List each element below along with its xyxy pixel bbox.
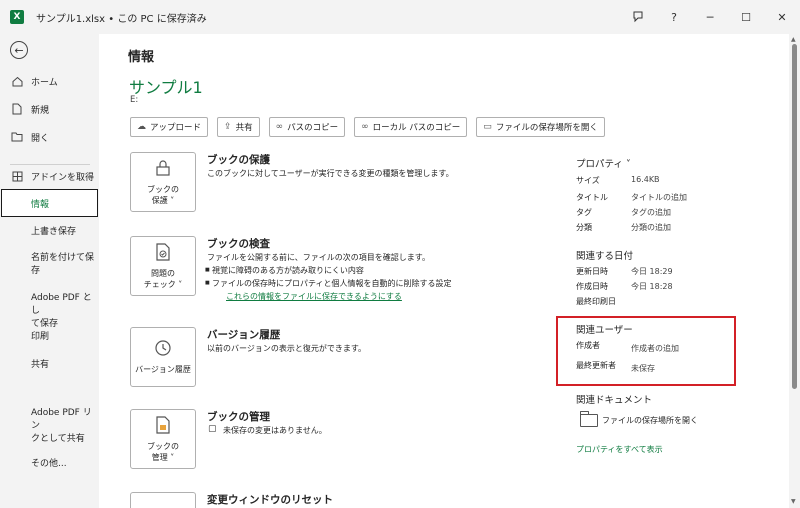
feedback-icon[interactable]	[620, 0, 656, 34]
new-file-icon	[11, 103, 23, 115]
sidebar-item-label: 情報	[31, 199, 50, 210]
sidebar-item-save[interactable]: 上書き保存	[31, 226, 76, 239]
sidebar-item-label: アドインを取得	[31, 172, 95, 183]
sidebar-item-label: 開く	[31, 133, 50, 144]
category-property-field[interactable]: 分類の追加	[631, 222, 671, 233]
property-key: 最終印刷日	[576, 297, 616, 306]
bullet-item: ファイルの保存時にプロパティと個人情報を自動的に削除する設定	[205, 278, 452, 289]
scroll-down-icon[interactable]: ▼	[791, 498, 796, 505]
section-title: ブックの保護	[207, 154, 270, 166]
sidebar-item-more[interactable]: その他...	[31, 458, 67, 471]
scroll-up-icon[interactable]: ▲	[791, 36, 796, 43]
check-for-issues-button[interactable]: 問題の チェック ˅	[130, 236, 196, 296]
manage-workbook-section: ブックの 管理 ˅ ブックの管理 未保存の変更はありません。 ▢	[130, 409, 560, 473]
sidebar-item-get-addins[interactable]: アドインを取得	[0, 167, 99, 185]
unsaved-doc-icon: ▢	[208, 424, 217, 434]
window-title: サンプル1.xlsx • この PC に保存済み	[36, 13, 207, 25]
sidebar-item-info[interactable]: 情報	[1, 189, 98, 217]
vertical-scrollbar[interactable]: ▲ ▼	[789, 34, 800, 508]
manage-document-icon	[154, 415, 172, 438]
copy-path-button[interactable]: ∞ パスのコピー	[268, 117, 346, 137]
inspect-document-icon	[154, 242, 172, 265]
upload-button[interactable]: ☁ アップロード	[130, 117, 209, 137]
document-path: E:	[130, 95, 139, 105]
title-property-field[interactable]: タイトルの追加	[631, 192, 687, 203]
section-title: 変更ウィンドウのリセット	[207, 494, 333, 506]
section-title: ブックの検査	[207, 238, 270, 250]
reset-change-window-section: 変更ウィンドウのリセット	[130, 492, 560, 508]
share-icon: ⇪	[224, 122, 232, 132]
section-description: 未保存の変更はありません。	[223, 426, 327, 435]
tag-property-field[interactable]: タグの追加	[631, 207, 671, 218]
version-history-section: バージョン履歴 バージョン履歴 以前のバージョンの表示と復元ができます。	[130, 327, 560, 391]
sidebar-item-share[interactable]: 共有	[31, 359, 49, 372]
protect-workbook-section: ブックの 保護 ˅ ブックの保護 このブックに対してユーザーが実行できる変更の種…	[130, 152, 560, 216]
property-key: タイトル	[576, 193, 608, 202]
version-history-button[interactable]: バージョン履歴	[130, 327, 196, 387]
reset-button[interactable]	[130, 492, 196, 508]
info-pane: 情報 サンプル1 E: ☁ アップロード ⇪ 共有 ∞ パスのコピー ∞ ローカ…	[99, 34, 789, 508]
section-description: 以前のバージョンの表示と復元ができます。	[207, 344, 367, 353]
sidebar-item-open[interactable]: 開く	[0, 128, 99, 146]
related-documents-header: 関連ドキュメント	[576, 395, 653, 406]
sidebar-item-save-as-pdf[interactable]: Adobe PDF とし て保存	[31, 292, 99, 331]
folder-icon	[580, 411, 598, 427]
property-value: 今日 18:29	[631, 267, 673, 276]
file-actions-row: ☁ アップロード ⇪ 共有 ∞ パスのコピー ∞ ローカル パスのコピー ▭ フ…	[130, 117, 614, 137]
copy-local-path-button[interactable]: ∞ ローカル パスのコピー	[354, 117, 468, 137]
upload-icon: ☁	[137, 122, 146, 132]
sidebar-item-home[interactable]: ホーム	[0, 72, 99, 90]
open-file-location-link[interactable]: ファイルの保存場所を開く	[580, 411, 698, 427]
section-title: ブックの管理	[207, 411, 270, 423]
share-button[interactable]: ⇪ 共有	[217, 117, 260, 137]
sidebar-divider	[10, 164, 90, 165]
folder-open-icon	[11, 131, 23, 143]
sidebar-item-new[interactable]: 新規	[0, 100, 99, 118]
close-icon[interactable]: ✕	[764, 0, 800, 34]
page-title: 情報	[128, 50, 155, 65]
help-icon[interactable]: ?	[656, 0, 692, 34]
maximize-icon[interactable]: ☐	[728, 0, 764, 34]
excel-logo-icon: X	[10, 10, 24, 24]
property-key: 分類	[576, 223, 592, 232]
highlight-box	[556, 316, 736, 386]
minimize-icon[interactable]: ─	[692, 0, 728, 34]
section-description: このブックに対してユーザーが実行できる変更の種類を管理します。	[207, 169, 454, 178]
sidebar-item-save-as[interactable]: 名前を付けて保 存	[31, 252, 94, 278]
backstage-sidebar: ← ホーム 新規 開く アドインを取得 情報 上書き保存 名前を付けて保 存 A…	[0, 34, 99, 508]
link-icon: ∞	[275, 122, 284, 132]
property-key: タグ	[576, 208, 592, 217]
inspect-workbook-section: 問題の チェック ˅ ブックの検査 ファイルを公開する前に、ファイルの次の項目を…	[130, 236, 560, 316]
property-value: 16.4KB	[631, 175, 660, 184]
sidebar-item-share-pdf-link[interactable]: Adobe PDF リン クとして共有	[31, 407, 99, 446]
section-title: バージョン履歴	[207, 329, 281, 341]
property-value: 今日 18:28	[631, 282, 673, 291]
sidebar-item-label: ホーム	[31, 77, 58, 88]
manage-workbook-button[interactable]: ブックの 管理 ˅	[130, 409, 196, 469]
folder-icon: ▭	[483, 122, 492, 132]
bullet-item: 視覚に障碍のある方が読み取りにくい内容	[205, 265, 364, 276]
properties-header[interactable]: プロパティ ˅	[576, 156, 631, 170]
grid-icon	[11, 170, 23, 182]
title-bar: X サンプル1.xlsx • この PC に保存済み ? ─ ☐ ✕	[0, 0, 800, 34]
lock-icon	[154, 159, 172, 181]
scrollbar-thumb[interactable]	[792, 44, 797, 389]
section-description: ファイルを公開する前に、ファイルの次の項目を確認します。	[207, 253, 430, 262]
sidebar-item-print[interactable]: 印刷	[31, 331, 49, 344]
allow-save-info-link[interactable]: これらの情報をファイルに保存できるようにする	[226, 291, 402, 302]
history-clock-icon	[154, 339, 172, 361]
show-all-properties-link[interactable]: プロパティをすべて表示	[576, 444, 663, 455]
sidebar-item-label: 新規	[31, 105, 50, 116]
property-key: 更新日時	[576, 267, 608, 276]
related-dates-header: 関連する日付	[576, 251, 634, 262]
document-title: サンプル1	[129, 78, 203, 97]
property-key: サイズ	[576, 176, 600, 185]
properties-panel: プロパティ ˅ サイズ 16.4KB タイトル タイトルの追加 タグ タグの追加…	[576, 34, 776, 508]
property-key: 作成日時	[576, 282, 608, 291]
link-icon: ∞	[361, 122, 369, 132]
protect-workbook-button[interactable]: ブックの 保護 ˅	[130, 152, 196, 212]
home-icon	[11, 75, 23, 87]
back-arrow-icon[interactable]: ←	[10, 41, 28, 59]
